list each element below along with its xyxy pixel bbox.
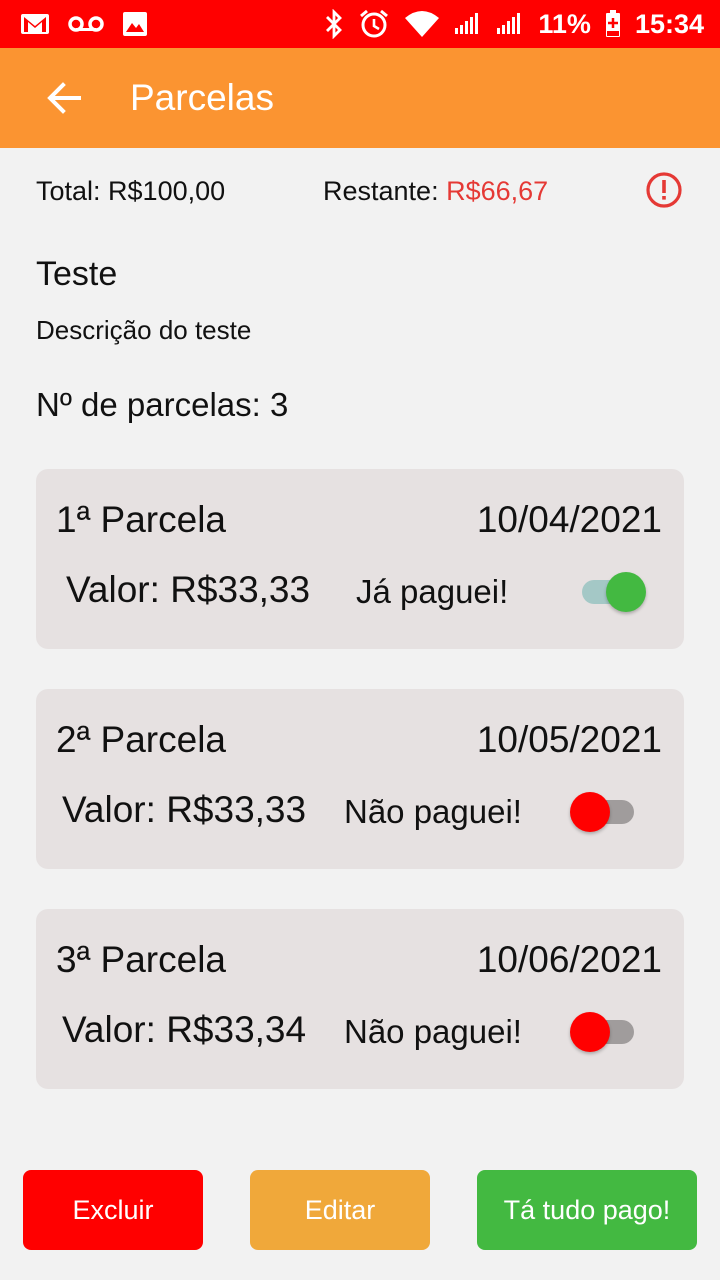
toggle-thumb <box>606 572 646 612</box>
installment-value: Valor: R$33,33 <box>66 569 311 610</box>
installment-label: 1ª Parcela <box>56 499 227 540</box>
paid-toggle[interactable] <box>570 1007 640 1057</box>
edit-button[interactable]: Editar <box>250 1170 430 1250</box>
item-title: Teste <box>36 255 118 293</box>
arrow-back-icon <box>47 82 81 114</box>
toggle-thumb <box>570 792 610 832</box>
back-button[interactable] <box>32 66 96 130</box>
restante-value: R$66,67 <box>446 175 549 206</box>
toggle-thumb <box>570 1012 610 1052</box>
payment-status: Já paguei! <box>356 573 509 610</box>
image-icon <box>122 11 148 37</box>
status-bar: 11% 15:34 <box>0 0 720 48</box>
payment-status: Não paguei! <box>344 1013 522 1050</box>
installment-date: 10/04/2021 <box>476 499 662 540</box>
paid-toggle[interactable] <box>576 567 646 617</box>
payment-status: Não paguei! <box>344 793 522 830</box>
paid-toggle[interactable] <box>570 787 640 837</box>
all-paid-button[interactable]: Tá tudo pago! <box>477 1170 697 1250</box>
gmail-icon <box>20 12 50 36</box>
installment-label: 3ª Parcela <box>56 939 227 980</box>
signal-icon <box>496 13 524 35</box>
battery-charging-icon <box>605 10 621 38</box>
battery-percent: 11% <box>538 8 591 39</box>
installment-card: 3ª Parcela 10/06/2021 Valor: R$33,34 Não… <box>36 909 684 1089</box>
installment-date: 10/05/2021 <box>476 719 662 760</box>
alarm-icon <box>358 8 390 40</box>
installment-label: 2ª Parcela <box>56 719 227 760</box>
delete-button[interactable]: Excluir <box>23 1170 203 1250</box>
installment-count: Nº de parcelas: 3 <box>36 386 289 423</box>
signal-icon <box>454 13 482 35</box>
installment-card: 1ª Parcela 10/04/2021 Valor: R$33,33 Já … <box>36 469 684 649</box>
summary-row: Total: R$100,00 Restante: R$66,67 <box>36 170 684 212</box>
restante-label: Restante: R$66,67 <box>323 176 548 207</box>
restante-caption: Restante: <box>323 175 447 206</box>
clock: 15:34 <box>634 8 704 39</box>
item-description: Descrição do teste <box>36 315 252 345</box>
bluetooth-icon <box>324 9 344 39</box>
installment-date: 10/06/2021 <box>476 939 662 980</box>
installment-value: Valor: R$33,33 <box>62 789 307 830</box>
page-title: Parcelas <box>130 77 274 118</box>
voicemail-icon <box>68 14 104 34</box>
installment-card: 2ª Parcela 10/05/2021 Valor: R$33,33 Não… <box>36 689 684 869</box>
installment-value: Valor: R$33,34 <box>62 1009 307 1050</box>
wifi-icon <box>404 10 440 38</box>
alert-circle-icon[interactable] <box>644 170 684 210</box>
app-bar: Parcelas <box>0 48 720 148</box>
total-label: Total: R$100,00 <box>36 175 226 206</box>
